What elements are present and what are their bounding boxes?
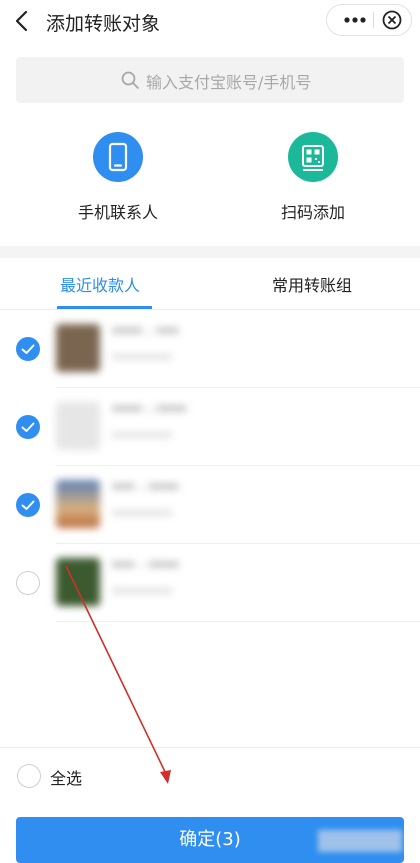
scan-add-button[interactable]: 扫码添加 [253,132,373,227]
tab-transfer-groups[interactable]: 常用转账组 [272,272,352,296]
capsule-divider [373,12,374,28]
select-all-checkbox[interactable] [17,764,41,788]
close-circle-icon[interactable] [379,9,405,31]
avatar [56,324,100,372]
checked-icon[interactable] [16,493,40,517]
recipient-account: ********** [112,586,172,600]
recipient-account: ********** [112,430,172,444]
search-placeholder: 输入支付宝账号/手机号 [146,73,312,92]
header-bar: 添加转账对象 [0,0,420,46]
list-item[interactable]: **** · **** ********** [0,388,420,466]
list-item[interactable]: **** · *** ********** [0,310,420,388]
more-dots-icon[interactable] [337,5,373,35]
unchecked-icon[interactable] [16,571,40,595]
tab-bar: 最近收款人 常用转账组 [0,258,420,310]
avatar [56,402,100,450]
checked-icon[interactable] [16,415,40,439]
search-input[interactable]: 输入支付宝账号/手机号 [16,57,404,103]
avatar [56,480,100,528]
scan-add-label: 扫码添加 [280,203,345,222]
recipient-name: **** · **** [112,402,187,420]
checked-icon[interactable] [16,337,40,361]
tab-recent-payees[interactable]: 最近收款人 [60,272,140,296]
search-icon [121,71,139,89]
phone-contacts-button[interactable]: 手机联系人 [58,132,178,227]
recipient-account: ********** [112,352,172,366]
select-all-label[interactable]: 全选 [50,765,82,789]
active-tab-indicator [57,306,152,309]
recipient-account: ********** [112,508,172,522]
recipient-name: **** · *** [112,324,179,342]
page-title: 添加转账对象 [46,13,161,35]
mini-program-capsule [326,4,412,36]
phone-icon [108,142,128,172]
recipient-name: *** · **** [112,558,179,576]
avatar [56,558,100,606]
chevron-left-icon[interactable] [10,6,36,36]
section-divider [0,246,420,258]
phone-contacts-label: 手机联系人 [77,203,158,222]
list-item[interactable]: *** · **** ********** [0,466,420,544]
qr-code-icon [302,145,324,171]
list-item[interactable]: *** · **** ********** [0,544,420,622]
blurred-watermark [318,830,402,852]
recipient-name: *** · **** [112,480,179,498]
